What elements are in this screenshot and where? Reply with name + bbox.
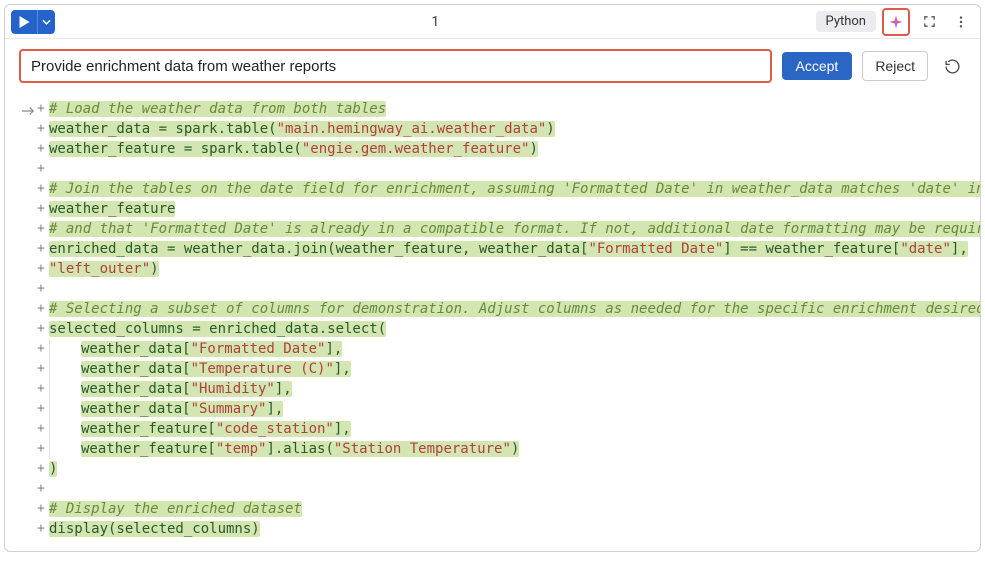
ai-prompt-input[interactable] [19, 49, 772, 83]
regenerate-button[interactable] [938, 52, 966, 80]
run-button-group [11, 10, 55, 34]
cell-number: 1 [61, 14, 810, 30]
kebab-menu-icon[interactable] [948, 9, 974, 35]
cell-toolbar: 1 Python [5, 5, 980, 39]
run-button[interactable] [11, 10, 37, 34]
arrow-icon [9, 101, 37, 121]
gutter [9, 99, 37, 539]
ai-assistant-button[interactable] [882, 8, 910, 36]
accept-button[interactable]: Accept [782, 52, 853, 80]
notebook-cell: 1 Python Accept Reject [4, 4, 981, 552]
ai-prompt-row: Accept Reject [5, 39, 980, 93]
run-dropdown[interactable] [37, 10, 55, 34]
code-editor[interactable]: +# Load the weather data from both table… [5, 93, 980, 551]
code-content: +# Load the weather data from both table… [37, 99, 981, 539]
language-selector[interactable]: Python [816, 11, 876, 32]
expand-icon[interactable] [916, 9, 942, 35]
reject-button[interactable]: Reject [862, 51, 928, 81]
